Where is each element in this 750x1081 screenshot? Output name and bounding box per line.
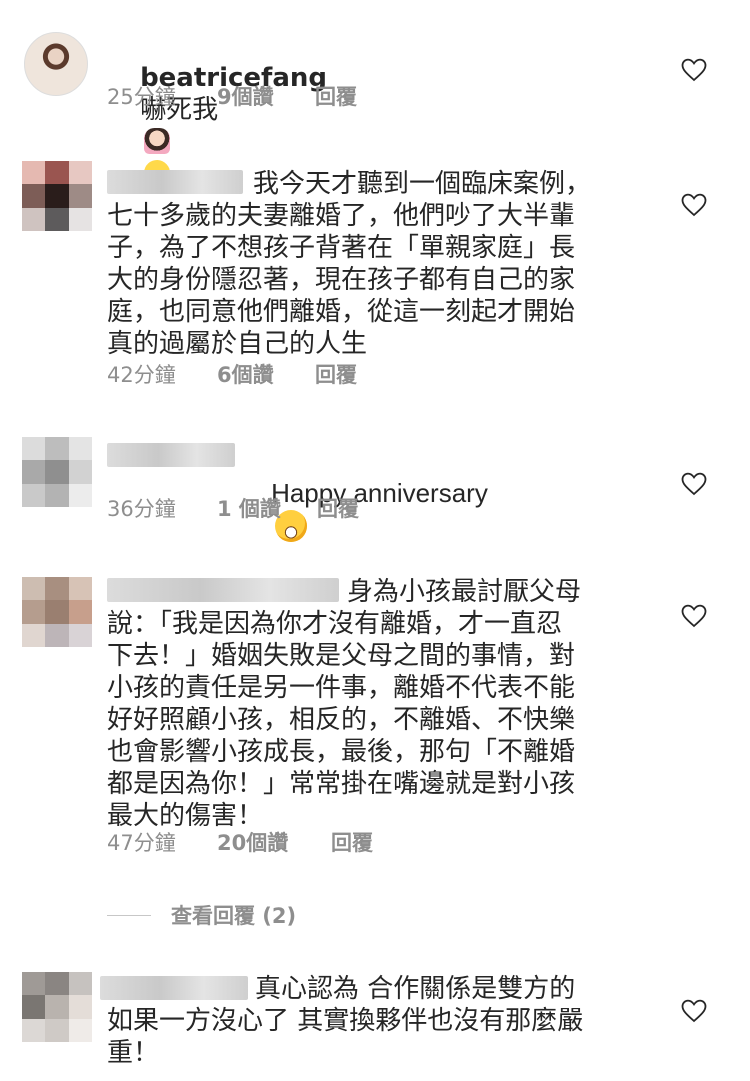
reply-button[interactable]: 回覆 [315,81,357,111]
view-replies-button[interactable]: 查看回覆 (2) [107,900,296,930]
avatar[interactable] [22,161,92,231]
comment-meta: 42分鐘 6個讚 回覆 [107,360,357,388]
divider-line [107,914,151,916]
heart-icon[interactable] [681,999,707,1023]
heart-icon[interactable] [681,58,707,82]
comment-time: 25分鐘 [107,85,176,109]
comment-likes[interactable]: 6個讚 [217,359,315,389]
avatar[interactable] [24,32,88,96]
heart-icon[interactable] [681,472,707,496]
comment-text: 身為小孩最討厭父母 說：「我是因為你才沒有離婚，才一直忍 下去！」婚姻失敗是父母… [107,577,582,831]
comment-text: 我今天才聽到一個臨床案例， 七十多歲的夫妻離婚了，他們吵了大半輩 子，為了不想孩… [107,169,592,359]
username-blurred[interactable] [107,443,235,467]
view-replies-label: 查看回覆 (2) [171,904,297,928]
heart-icon[interactable] [681,604,707,628]
comment-meta: 25分鐘 9個讚 回覆 [107,82,357,110]
avatar[interactable] [22,577,92,647]
comment-meta: 36分鐘 1 個讚 回覆 [107,494,359,522]
heart-icon[interactable] [681,193,707,217]
comment-time: 36分鐘 [107,497,176,521]
comment-likes[interactable]: 9個讚 [217,81,315,111]
avatar[interactable] [22,437,92,507]
comment-time: 42分鐘 [107,363,176,387]
reply-button[interactable]: 回覆 [315,359,357,389]
avatar[interactable] [22,972,92,1042]
woman-tipping-hand-emoji [144,128,171,154]
comment-likes[interactable]: 20個讚 [217,827,331,857]
reply-button[interactable]: 回覆 [317,493,359,523]
comment-meta: 47分鐘 20個讚 回覆 [107,828,373,856]
reply-button[interactable]: 回覆 [331,827,373,857]
comment-likes[interactable]: 1 個讚 [217,493,317,523]
comment-time: 47分鐘 [107,831,176,855]
comment-text: 真心認為 合作關係是雙方的 如果一方沒心了 其實換夥伴也沒有那麼嚴 重！ [107,974,584,1068]
